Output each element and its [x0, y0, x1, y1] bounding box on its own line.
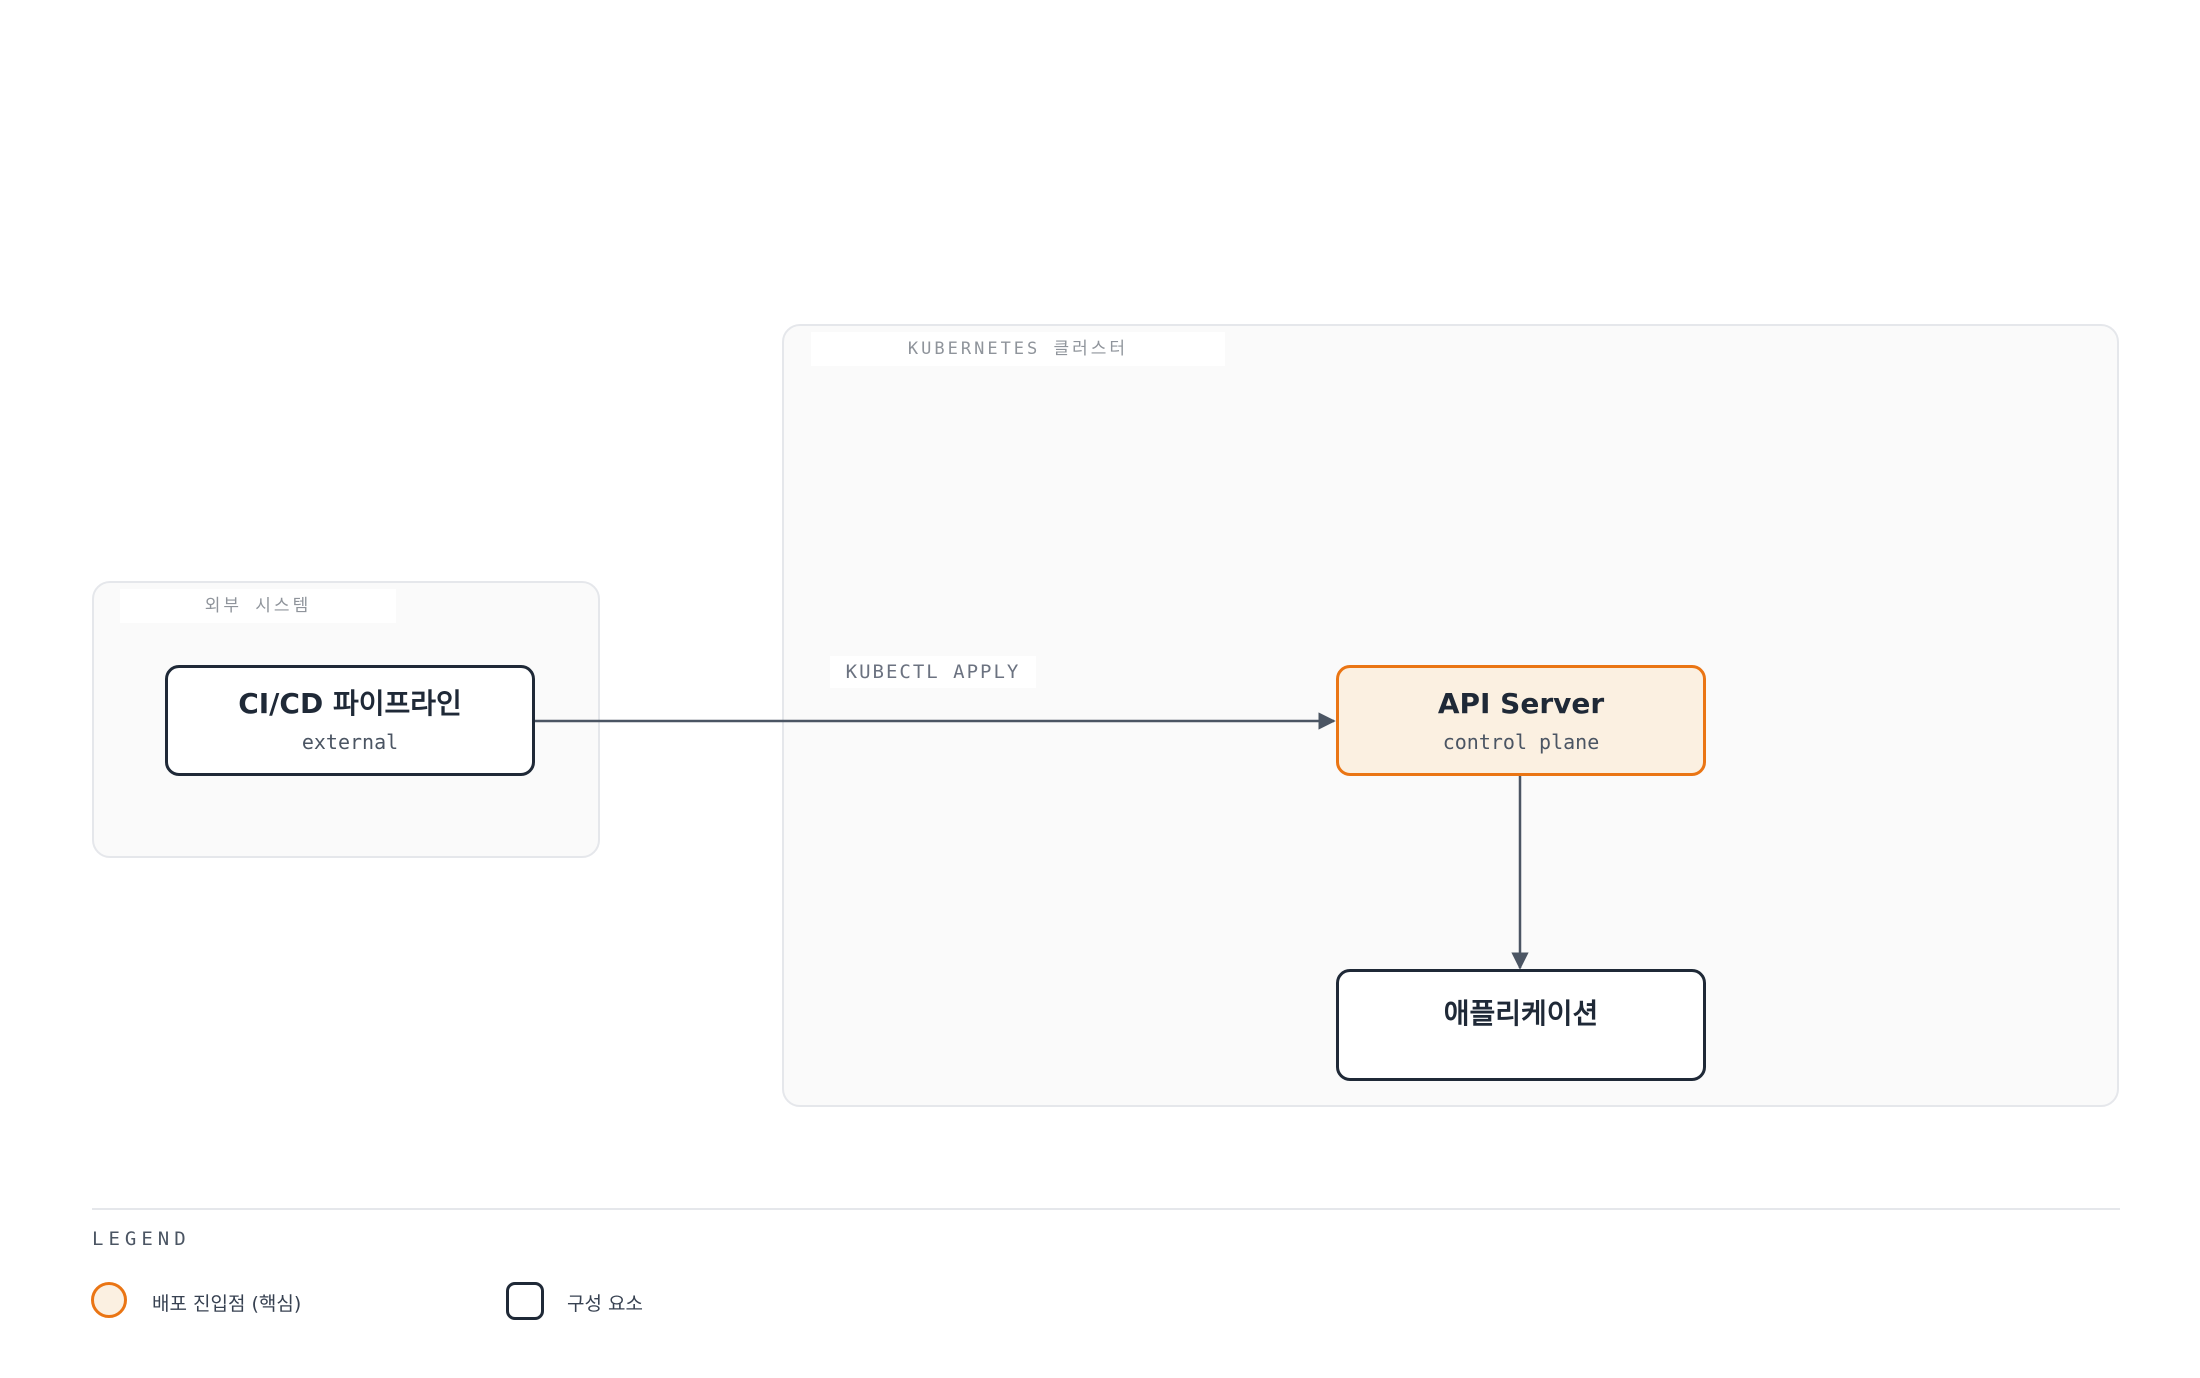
node-cicd-pipeline[interactable]: CI/CD 파이프라인 external — [165, 665, 535, 776]
node-api-title: API Server — [1437, 687, 1605, 720]
legend-component-swatch — [506, 1282, 544, 1320]
node-application[interactable]: 애플리케이션 — [1336, 969, 1706, 1081]
node-app-title: 애플리케이션 — [1443, 997, 1599, 1030]
node-api-server[interactable]: API Server control plane — [1336, 665, 1706, 776]
node-cicd-title: CI/CD 파이프라인 — [238, 687, 462, 720]
legend-title: LEGEND — [92, 1228, 191, 1250]
legend-core-label: 배포 진입점 (핵심) — [152, 1293, 302, 1315]
node-cicd-subtitle: external — [301, 730, 399, 754]
edge-label-kubectl-apply: KUBECTL APPLY — [830, 656, 1036, 688]
node-api-subtitle: control plane — [1442, 730, 1600, 754]
legend-component-label: 구성 요소 — [567, 1293, 643, 1315]
legend-core-swatch — [91, 1282, 127, 1318]
legend-divider — [92, 1208, 2120, 1210]
